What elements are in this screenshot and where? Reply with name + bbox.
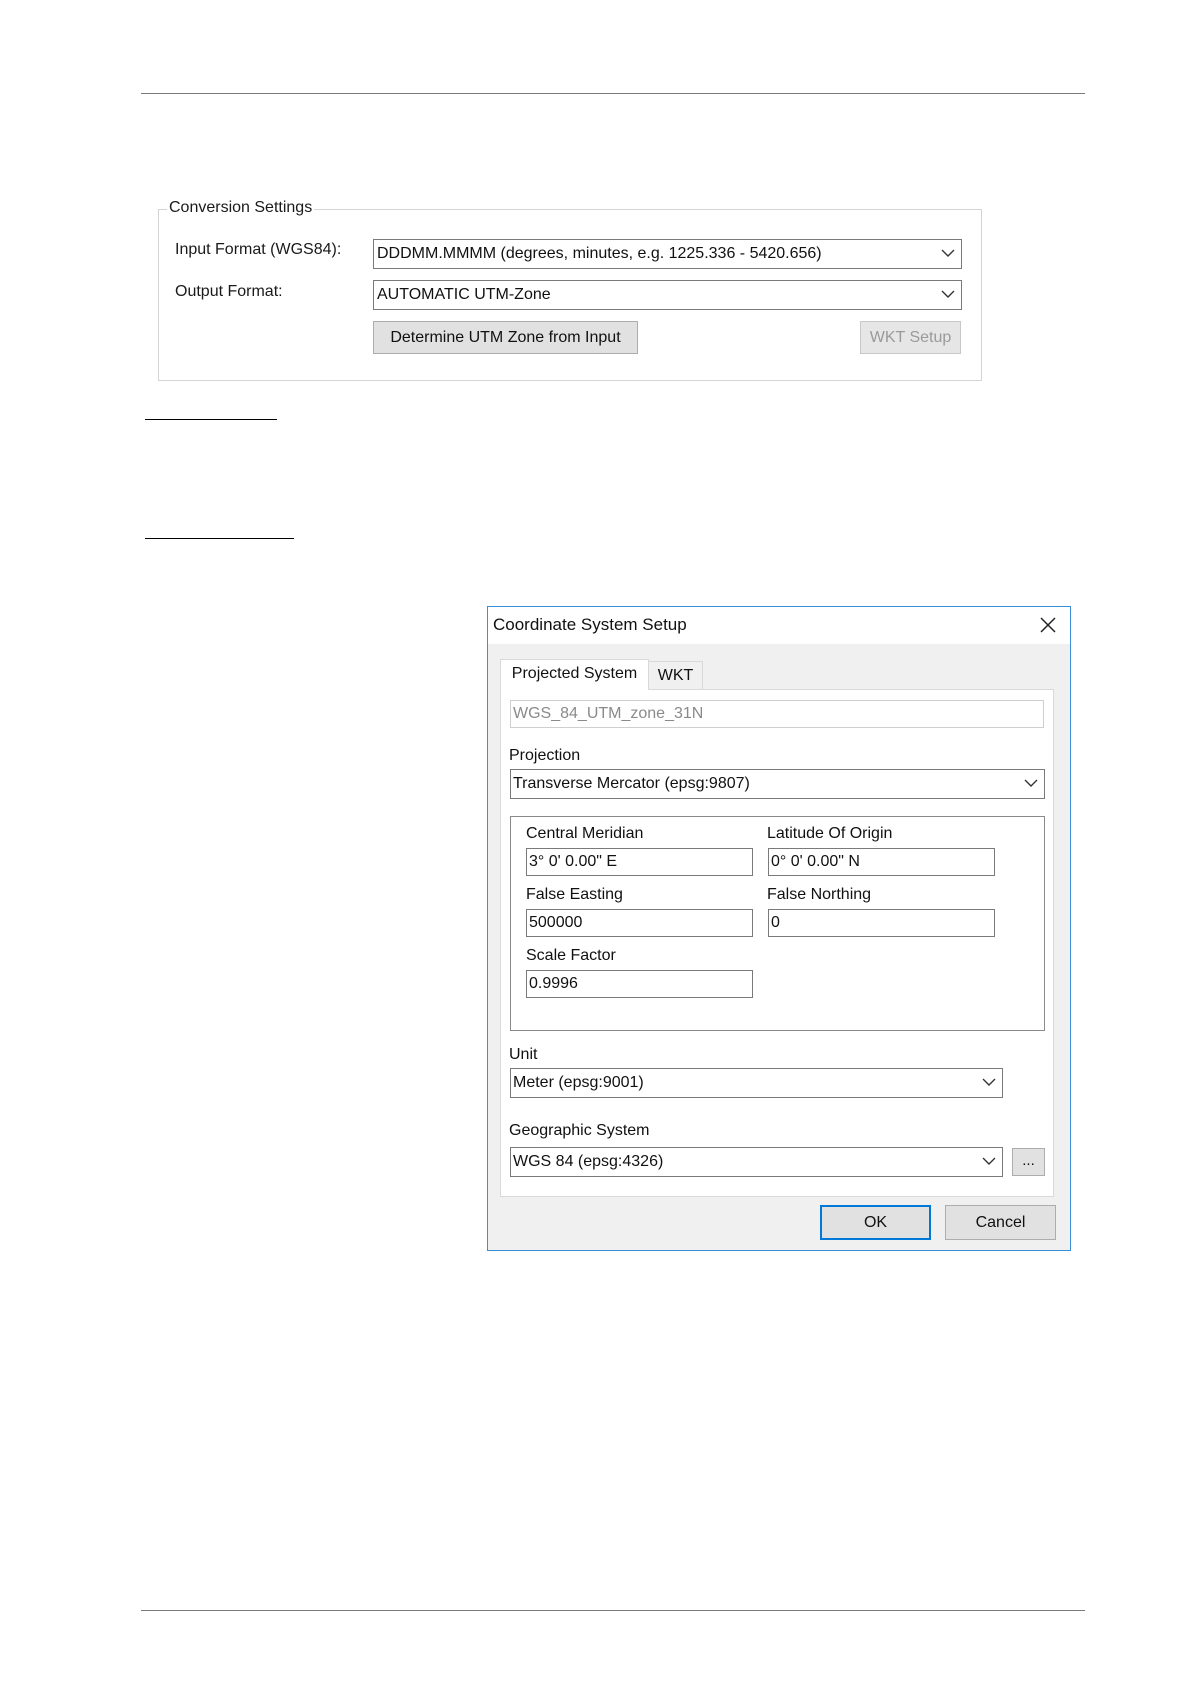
input-format-select[interactable]: DDDMM.MMMM (degrees, minutes, e.g. 1225.…	[373, 239, 962, 269]
projection-value: Transverse Mercator (epsg:9807)	[513, 775, 750, 792]
projected-system-page: WGS_84_UTM_zone_31N Projection Transvers…	[500, 689, 1054, 1197]
central-meridian-field[interactable]: 3° 0' 0.00" E	[526, 848, 753, 876]
geographic-system-label: Geographic System	[509, 1122, 650, 1139]
false-northing-field[interactable]: 0	[768, 909, 995, 937]
section-heading-underline	[145, 419, 277, 420]
latitude-of-origin-field[interactable]: 0° 0' 0.00" N	[768, 848, 995, 876]
scale-factor-field[interactable]: 0.9996	[526, 970, 753, 998]
projection-select[interactable]: Transverse Mercator (epsg:9807)	[510, 769, 1045, 799]
chevron-down-icon	[982, 1078, 996, 1086]
conversion-settings-legend: Conversion Settings	[167, 199, 315, 217]
output-format-value: AUTOMATIC UTM-Zone	[377, 286, 551, 303]
unit-label: Unit	[509, 1046, 538, 1063]
determine-utm-zone-button[interactable]: Determine UTM Zone from Input	[373, 321, 638, 354]
section-heading-underline	[145, 538, 294, 539]
chevron-down-icon	[941, 290, 955, 298]
conversion-settings-group: Conversion Settings Input Format (WGS84)…	[158, 199, 982, 381]
chevron-down-icon	[1024, 779, 1038, 787]
geographic-system-browse-button[interactable]: ...	[1012, 1148, 1045, 1176]
unit-value: Meter (epsg:9001)	[513, 1074, 644, 1091]
unit-select[interactable]: Meter (epsg:9001)	[510, 1068, 1003, 1098]
ok-button[interactable]: OK	[820, 1205, 931, 1240]
close-icon[interactable]	[1039, 616, 1057, 634]
chevron-down-icon	[941, 249, 955, 257]
false-easting-label: False Easting	[526, 886, 623, 903]
tab-projected-system[interactable]: Projected System	[500, 659, 649, 690]
latitude-of-origin-label: Latitude Of Origin	[767, 825, 893, 842]
dialog-title: Coordinate System Setup	[493, 615, 687, 634]
projection-parameters-box: Central Meridian 3° 0' 0.00" E Latitude …	[510, 816, 1045, 1031]
central-meridian-label: Central Meridian	[526, 825, 644, 842]
output-format-select[interactable]: AUTOMATIC UTM-Zone	[373, 280, 962, 310]
geographic-system-select[interactable]: WGS 84 (epsg:4326)	[510, 1147, 1003, 1177]
false-northing-label: False Northing	[767, 886, 872, 903]
dialog-titlebar: Coordinate System Setup	[488, 607, 1070, 644]
false-easting-field[interactable]: 500000	[526, 909, 753, 937]
page-top-rule	[141, 93, 1085, 94]
wkt-setup-button[interactable]: WKT Setup	[860, 321, 961, 354]
coordinate-system-name-field[interactable]: WGS_84_UTM_zone_31N	[510, 700, 1044, 728]
chevron-down-icon	[982, 1157, 996, 1165]
cancel-button[interactable]: Cancel	[945, 1205, 1056, 1240]
input-format-label: Input Format (WGS84):	[175, 241, 342, 258]
geographic-system-value: WGS 84 (epsg:4326)	[513, 1153, 664, 1170]
page-bottom-rule	[141, 1610, 1085, 1611]
scale-factor-label: Scale Factor	[526, 947, 616, 964]
input-format-value: DDDMM.MMMM (degrees, minutes, e.g. 1225.…	[377, 245, 822, 262]
projection-label: Projection	[509, 747, 581, 764]
tab-wkt[interactable]: WKT	[648, 661, 703, 690]
coordinate-system-setup-dialog: Coordinate System Setup Projected System…	[487, 606, 1071, 1251]
output-format-label: Output Format:	[175, 283, 283, 300]
